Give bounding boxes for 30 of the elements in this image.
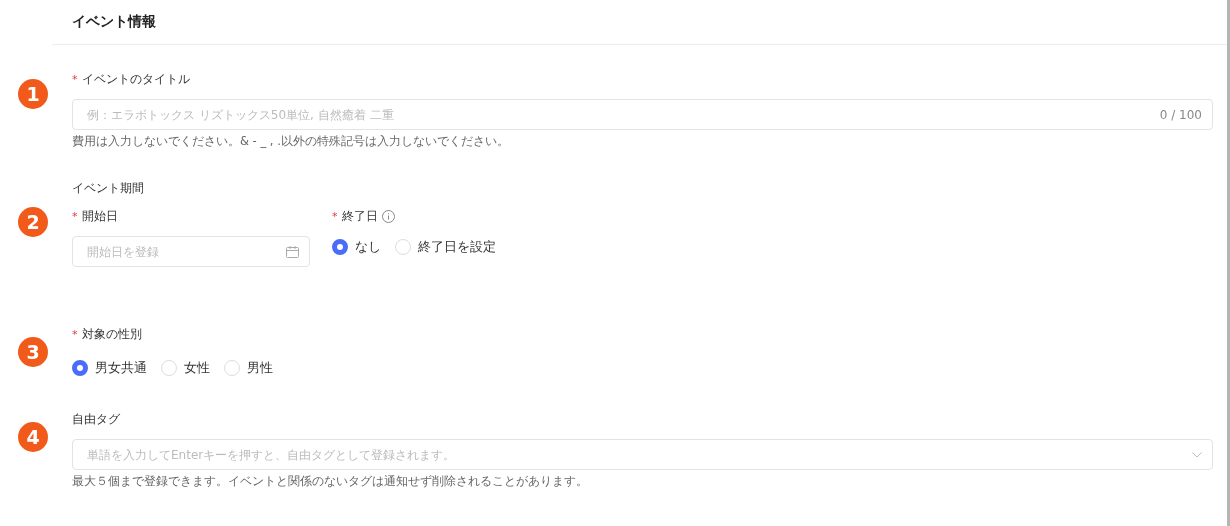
character-counter: 0 / 100 [1159, 107, 1202, 122]
radio-option[interactable]: 終了日を設定 [395, 238, 496, 256]
date-input[interactable]: 開始日を登録 [85, 243, 286, 260]
step-badge: 1 [18, 79, 48, 109]
field-label: * 開始日 [72, 207, 119, 225]
required-mark: * [72, 327, 78, 341]
calendar-icon [286, 245, 299, 258]
radio-icon[interactable] [72, 360, 88, 376]
radio-icon[interactable] [332, 239, 348, 255]
field-label: * イベントのタイトル [72, 70, 191, 88]
section-title: イベント情報 [72, 13, 156, 31]
info-icon[interactable] [381, 209, 395, 223]
required-mark: * [72, 72, 78, 86]
radio-option[interactable]: 女性 [161, 359, 210, 377]
field-label: イベント期間 [72, 179, 145, 197]
step-badge: 2 [18, 207, 48, 237]
radio-option[interactable]: なし [332, 238, 381, 256]
step-badge: 3 [18, 337, 48, 367]
step-badge: 4 [18, 422, 48, 452]
radio-option[interactable]: 男女共通 [72, 359, 147, 377]
field-label: * 終了日 [332, 206, 496, 226]
help-text: 最大５個まで登録できます。イベントと関係のないタグは通知せず削除されることがあります。 [72, 474, 589, 489]
field-label: * 対象の性別 [72, 325, 143, 343]
radio-option[interactable]: 男性 [224, 359, 273, 377]
help-text: 費用は入力しないでください。& - _ , .以外の特殊記号は入力しないでください。 [72, 134, 510, 149]
required-mark: * [332, 209, 338, 223]
chevron-down-icon [1192, 451, 1202, 458]
required-mark: * [72, 209, 78, 223]
field-label: 自由タグ [72, 410, 121, 428]
date-field[interactable]: 開始日を登録 [72, 236, 310, 267]
